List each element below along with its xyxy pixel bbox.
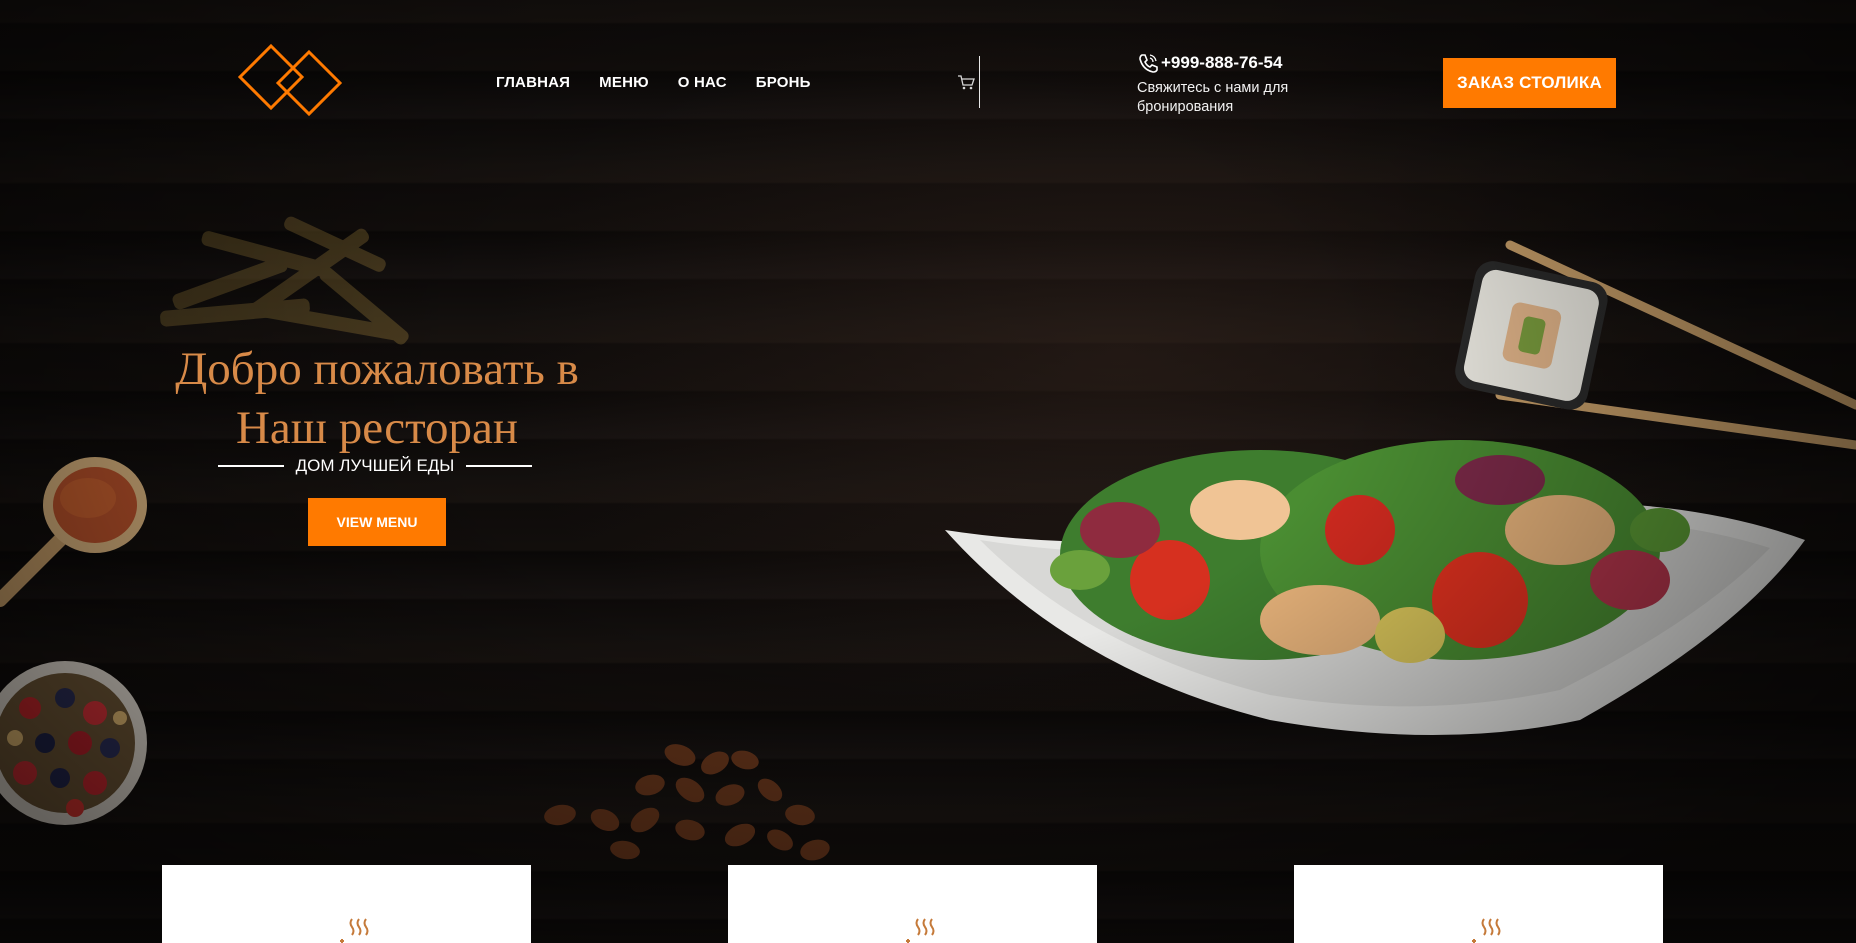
hero-title: Добро пожаловать в Наш ресторан (137, 340, 617, 458)
header-divider (979, 56, 980, 108)
hero-title-line2: Наш ресторан (235, 402, 519, 454)
steam-dish-icon (340, 918, 369, 943)
subtitle-line-left (218, 465, 284, 467)
feature-card (162, 865, 531, 943)
hero-subtitle: ДОМ ЛУЧШЕЙ ЕДЫ (218, 456, 533, 476)
phone-icon (1139, 54, 1158, 73)
berries-bowl-image (0, 661, 147, 825)
steam-dish-icon (906, 918, 935, 943)
main-nav: ГЛАВНАЯ МЕНЮ О НАС БРОНЬ (496, 74, 811, 91)
logo-icon[interactable] (238, 44, 342, 116)
nav-item-booking[interactable]: БРОНЬ (756, 74, 811, 91)
hero-subtitle-text: ДОМ ЛУЧШЕЙ ЕДЫ (295, 456, 455, 475)
fries-image (160, 216, 409, 345)
contact-block: +999-888-76-54 Свяжитесь с нами для брон… (1137, 52, 1327, 117)
phone-caption: Свяжитесь с нами для бронирования (1137, 80, 1289, 115)
hero-title-line1: Добро пожаловать в (175, 343, 579, 395)
subtitle-line-right (466, 465, 533, 467)
reserve-table-button[interactable]: ЗАКАЗ СТОЛИКА (1443, 58, 1616, 108)
nav-item-menu[interactable]: МЕНЮ (599, 74, 649, 91)
salad-plate-image (945, 440, 1805, 735)
phone-number[interactable]: +999-888-76-54 (1161, 53, 1282, 73)
coffee-beans-image (544, 744, 830, 861)
cart-icon[interactable] (957, 74, 975, 90)
spice-spoon-image (0, 457, 147, 607)
nav-item-home[interactable]: ГЛАВНАЯ (496, 74, 570, 91)
hero-page: ГЛАВНАЯ МЕНЮ О НАС БРОНЬ +999-888-76-54 … (0, 0, 1856, 943)
nav-item-about[interactable]: О НАС (678, 74, 727, 91)
feature-card (728, 865, 1097, 943)
feature-card (1294, 865, 1663, 943)
steam-dish-icon (1472, 918, 1501, 943)
view-menu-button[interactable]: VIEW MENU (308, 498, 446, 546)
